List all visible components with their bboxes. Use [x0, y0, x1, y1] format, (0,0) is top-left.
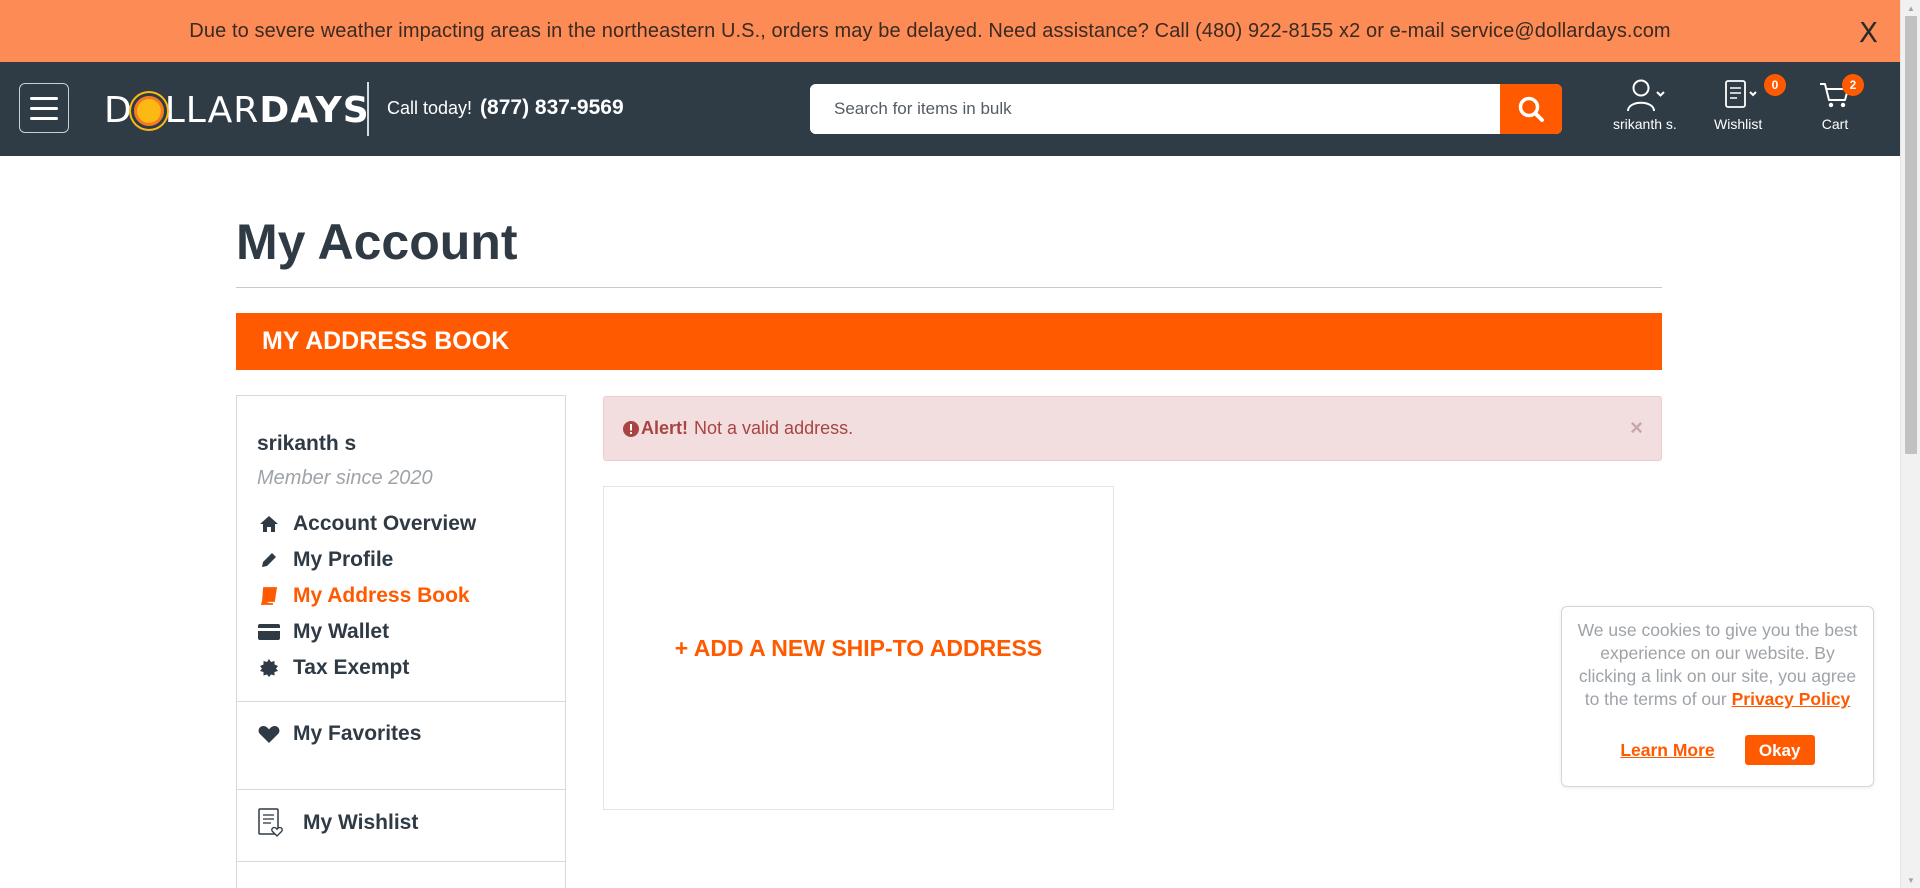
menu-line-icon: [30, 106, 58, 110]
sidebar-divider: [237, 701, 565, 702]
search-input[interactable]: [810, 84, 1500, 134]
section-title: MY ADDRESS BOOK: [262, 327, 510, 355]
learn-more-link[interactable]: Learn More: [1620, 739, 1714, 762]
search-button[interactable]: [1500, 84, 1562, 134]
menu-line-icon: [30, 116, 58, 120]
cart-count-badge: 2: [1842, 74, 1864, 96]
nav-my-wishlist[interactable]: My Wishlist: [257, 808, 418, 838]
user-icon: [1626, 79, 1665, 112]
wishlist-label: Wishlist: [1714, 116, 1763, 132]
cookie-banner: We use cookies to give you the best expe…: [1561, 606, 1874, 787]
book-icon: [257, 587, 281, 605]
scroll-thumb[interactable]: [1905, 16, 1917, 454]
nav-label: Tax Exempt: [293, 656, 410, 679]
call-today-label: Call today!: [387, 98, 473, 118]
announcement-text: Due to severe weather impacting areas in…: [189, 19, 1671, 42]
dollardays-logo[interactable]: D LLAR DAYS: [104, 89, 370, 131]
nav-label: My Address Book: [293, 584, 470, 607]
menu-line-icon: [30, 96, 58, 100]
privacy-policy-link[interactable]: Privacy Policy: [1732, 689, 1851, 709]
site-header: D LLAR DAYS Call today! (877) 837-9569 s…: [0, 62, 1900, 156]
add-address-label: + ADD A NEW SHIP-TO ADDRESS: [674, 634, 1043, 661]
alert-close-button[interactable]: ×: [1630, 415, 1643, 441]
nav-label: My Wallet: [293, 620, 390, 643]
wishlist-icon: [1725, 80, 1757, 108]
sun-logo-icon: [133, 96, 164, 126]
pencil-icon: [257, 551, 281, 569]
wishlist-count-badge: 0: [1764, 74, 1786, 96]
sidebar-divider: [237, 861, 565, 862]
nav-label: Account Overview: [293, 512, 477, 535]
logo-text-d: D: [104, 89, 133, 131]
search-icon: [1518, 96, 1544, 122]
announcement-close-button[interactable]: X: [1859, 16, 1878, 49]
account-sidebar: srikanth s Member since 2020 Account Ove…: [236, 395, 566, 888]
scroll-down-arrow-icon[interactable]: ▼: [1901, 872, 1920, 888]
credit-card-icon: [257, 624, 281, 640]
cookie-actions: Learn More Okay: [1562, 735, 1873, 765]
section-header: MY ADDRESS BOOK: [236, 313, 1662, 370]
logo-text-days: DAYS: [259, 89, 370, 131]
nav-tax-exempt[interactable]: Tax Exempt: [257, 650, 476, 686]
cookie-okay-button[interactable]: Okay: [1744, 735, 1815, 765]
nav-my-address-book[interactable]: My Address Book: [257, 578, 476, 614]
alert-title: Alert!: [641, 418, 689, 438]
account-nav: Account Overview My Profile My Address B…: [257, 506, 476, 686]
account-label: srikanth s.: [1613, 116, 1677, 132]
exclamation-circle-icon: [623, 420, 639, 437]
scroll-up-arrow-icon[interactable]: ▲: [1901, 0, 1920, 16]
add-ship-to-address-button[interactable]: + ADD A NEW SHIP-TO ADDRESS: [603, 486, 1114, 810]
user-name: srikanth s: [257, 432, 357, 455]
phone-number[interactable]: (877) 837-9569: [480, 96, 624, 120]
search-bar: [810, 84, 1562, 134]
nav-label: My Favorites: [293, 722, 422, 745]
alert-text: Not a valid address.: [694, 418, 854, 438]
title-divider: [236, 287, 1662, 288]
announcement-bar: Due to severe weather impacting areas in…: [0, 0, 1900, 62]
sidebar-divider: [237, 789, 565, 790]
cart-label: Cart: [1821, 116, 1849, 132]
account-menu[interactable]: srikanth s.: [1613, 78, 1677, 132]
alert-message: Alert! Not a valid address. ×: [603, 396, 1662, 461]
page-title: My Account: [236, 214, 518, 270]
nav-my-profile[interactable]: My Profile: [257, 542, 476, 578]
heart-icon: [257, 725, 281, 744]
nav-my-wallet[interactable]: My Wallet: [257, 614, 476, 650]
member-since: Member since 2020: [257, 467, 433, 489]
hamburger-menu-button[interactable]: [19, 83, 69, 133]
nav-my-favorites[interactable]: My Favorites: [257, 722, 421, 746]
cart-menu[interactable]: 2 Cart: [1818, 74, 1864, 132]
nav-account-overview[interactable]: Account Overview: [257, 506, 476, 542]
nav-label: My Wishlist: [303, 811, 419, 834]
call-today: Call today! (877) 837-9569: [387, 96, 624, 120]
logo-text-llar: LLAR: [164, 89, 260, 131]
logo-divider: [367, 82, 369, 136]
home-icon: [257, 515, 281, 533]
nav-label: My Profile: [293, 548, 394, 571]
page-scrollbar[interactable]: ▲ ▼: [1900, 0, 1920, 888]
certificate-icon: [257, 659, 281, 677]
wishlist-menu[interactable]: 0 Wishlist: [1714, 74, 1786, 132]
wishlist-doc-icon: [257, 808, 285, 838]
